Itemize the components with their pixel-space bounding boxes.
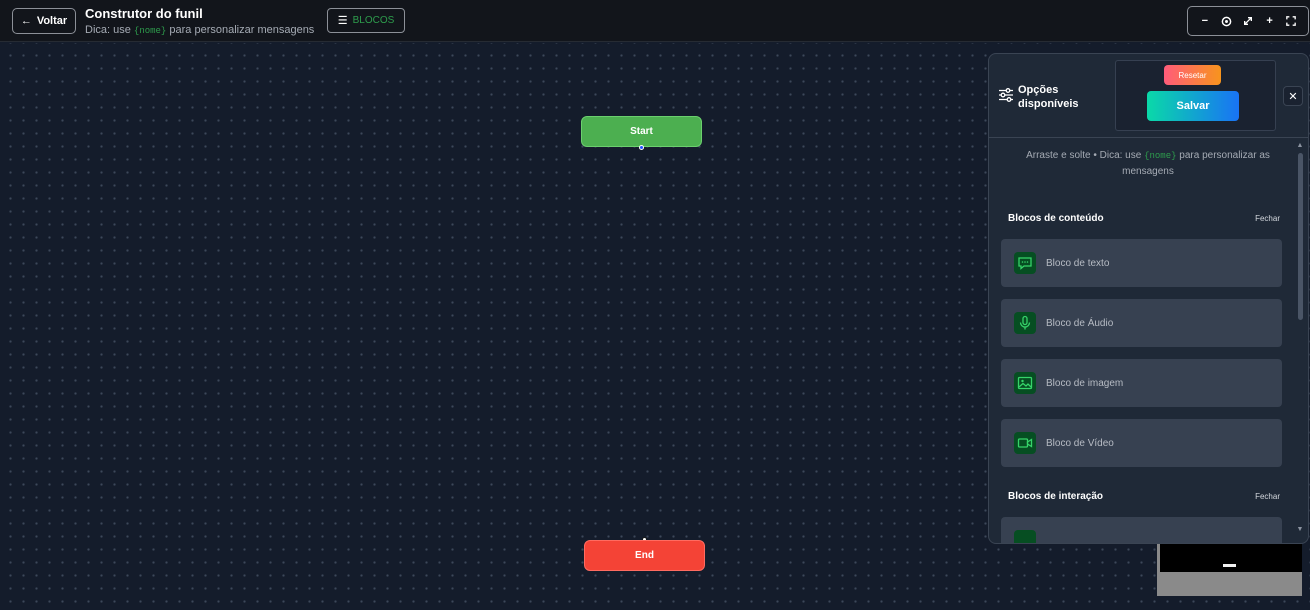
top-bar: ← Voltar Construtor do funil Dica: use {… <box>0 0 1310 42</box>
block-item-label: Bloco de Vídeo <box>1046 437 1114 449</box>
block-item-video[interactable]: Bloco de Vídeo <box>1001 419 1282 467</box>
panel-scrollbar[interactable]: ▲ ▼ <box>1296 141 1304 543</box>
zoom-in-button[interactable]: + <box>1261 12 1279 30</box>
panel-title: Opções disponíveis <box>1018 84 1079 110</box>
minimap-node <box>1223 564 1236 567</box>
sliders-icon <box>999 88 1013 102</box>
minimap-viewport <box>1160 542 1302 572</box>
block-item-audio[interactable]: Bloco de Áudio <box>1001 299 1282 347</box>
page-hint: Dica: use {nome} para personalizar mensa… <box>85 23 314 38</box>
close-panel-button[interactable]: ✕ <box>1283 86 1303 106</box>
menu-icon: ☰ <box>337 15 348 27</box>
end-node[interactable]: End <box>584 540 705 571</box>
block-item-label: Bloco de imagem <box>1046 377 1124 389</box>
block-icon <box>1014 530 1036 543</box>
start-node[interactable]: Start <box>581 116 702 147</box>
block-item-label: Bloco de Áudio <box>1046 317 1114 329</box>
drag-hint-variable: {nome} <box>1144 151 1177 161</box>
video-icon <box>1014 432 1036 454</box>
close-icon: ✕ <box>1288 90 1298 103</box>
panel-body[interactable]: Arraste e solte • Dica: use {nome} para … <box>989 139 1308 543</box>
arrow-left-icon: ← <box>20 15 32 27</box>
scroll-down-icon[interactable]: ▼ <box>1296 525 1304 533</box>
fit-view-button[interactable] <box>1239 12 1257 30</box>
expand-diagonal-icon <box>1243 17 1252 25</box>
microphone-icon <box>1014 312 1036 334</box>
interaction-blocks-header: Blocos de interação Fechar <box>1008 491 1280 502</box>
center-view-button[interactable] <box>1217 12 1235 30</box>
content-blocks-collapse-button[interactable]: Fechar <box>1255 214 1280 223</box>
panel-header: Opções disponíveis Resetar Salvar ✕ <box>989 54 1308 138</box>
page-title: Construtor do funil <box>85 6 203 21</box>
options-panel: Opções disponíveis Resetar Salvar ✕ Arra… <box>988 53 1309 544</box>
start-node-output-handle[interactable] <box>639 145 644 150</box>
block-item-text[interactable]: Bloco de texto <box>1001 239 1282 287</box>
chat-icon <box>1014 252 1036 274</box>
drag-hint-prefix: Arraste e solte • Dica: use <box>1026 150 1142 161</box>
minimap[interactable] <box>1157 539 1302 596</box>
section-title: Blocos de interação <box>1008 491 1104 502</box>
target-icon <box>1221 16 1232 26</box>
scroll-up-icon[interactable]: ▲ <box>1296 141 1304 149</box>
scrollbar-thumb[interactable] <box>1298 153 1303 320</box>
content-blocks-header: Blocos de conteúdo Fechar <box>1008 213 1280 224</box>
section-title: Blocos de conteúdo <box>1008 213 1104 224</box>
fullscreen-icon <box>1286 16 1297 26</box>
back-button[interactable]: ← Voltar <box>12 8 76 34</box>
canvas-controls: − + <box>1187 6 1309 36</box>
hint-prefix: Dica: use <box>85 24 131 36</box>
title-block: Construtor do funil Dica: use {nome} par… <box>85 6 314 38</box>
save-button[interactable]: Salvar <box>1147 91 1239 121</box>
blocks-button-label: BLOCOS <box>352 15 395 26</box>
fullscreen-button[interactable] <box>1282 12 1300 30</box>
block-item-partial[interactable] <box>1001 517 1282 543</box>
image-icon <box>1014 372 1036 394</box>
block-item-image[interactable]: Bloco de imagem <box>1001 359 1282 407</box>
panel-actions: Resetar Salvar <box>1115 60 1276 131</box>
reset-button[interactable]: Resetar <box>1164 65 1221 85</box>
drag-hint: Arraste e solte • Dica: use {nome} para … <box>1003 148 1293 180</box>
zoom-out-button[interactable]: − <box>1196 12 1214 30</box>
interaction-blocks-collapse-button[interactable]: Fechar <box>1255 492 1280 501</box>
hint-suffix: para personalizar mensagens <box>169 24 315 36</box>
blocks-toggle-button[interactable]: ☰ BLOCOS <box>327 8 405 33</box>
back-button-label: Voltar <box>36 15 68 27</box>
block-item-label: Bloco de texto <box>1046 257 1110 269</box>
hint-variable: {nome} <box>133 26 167 36</box>
